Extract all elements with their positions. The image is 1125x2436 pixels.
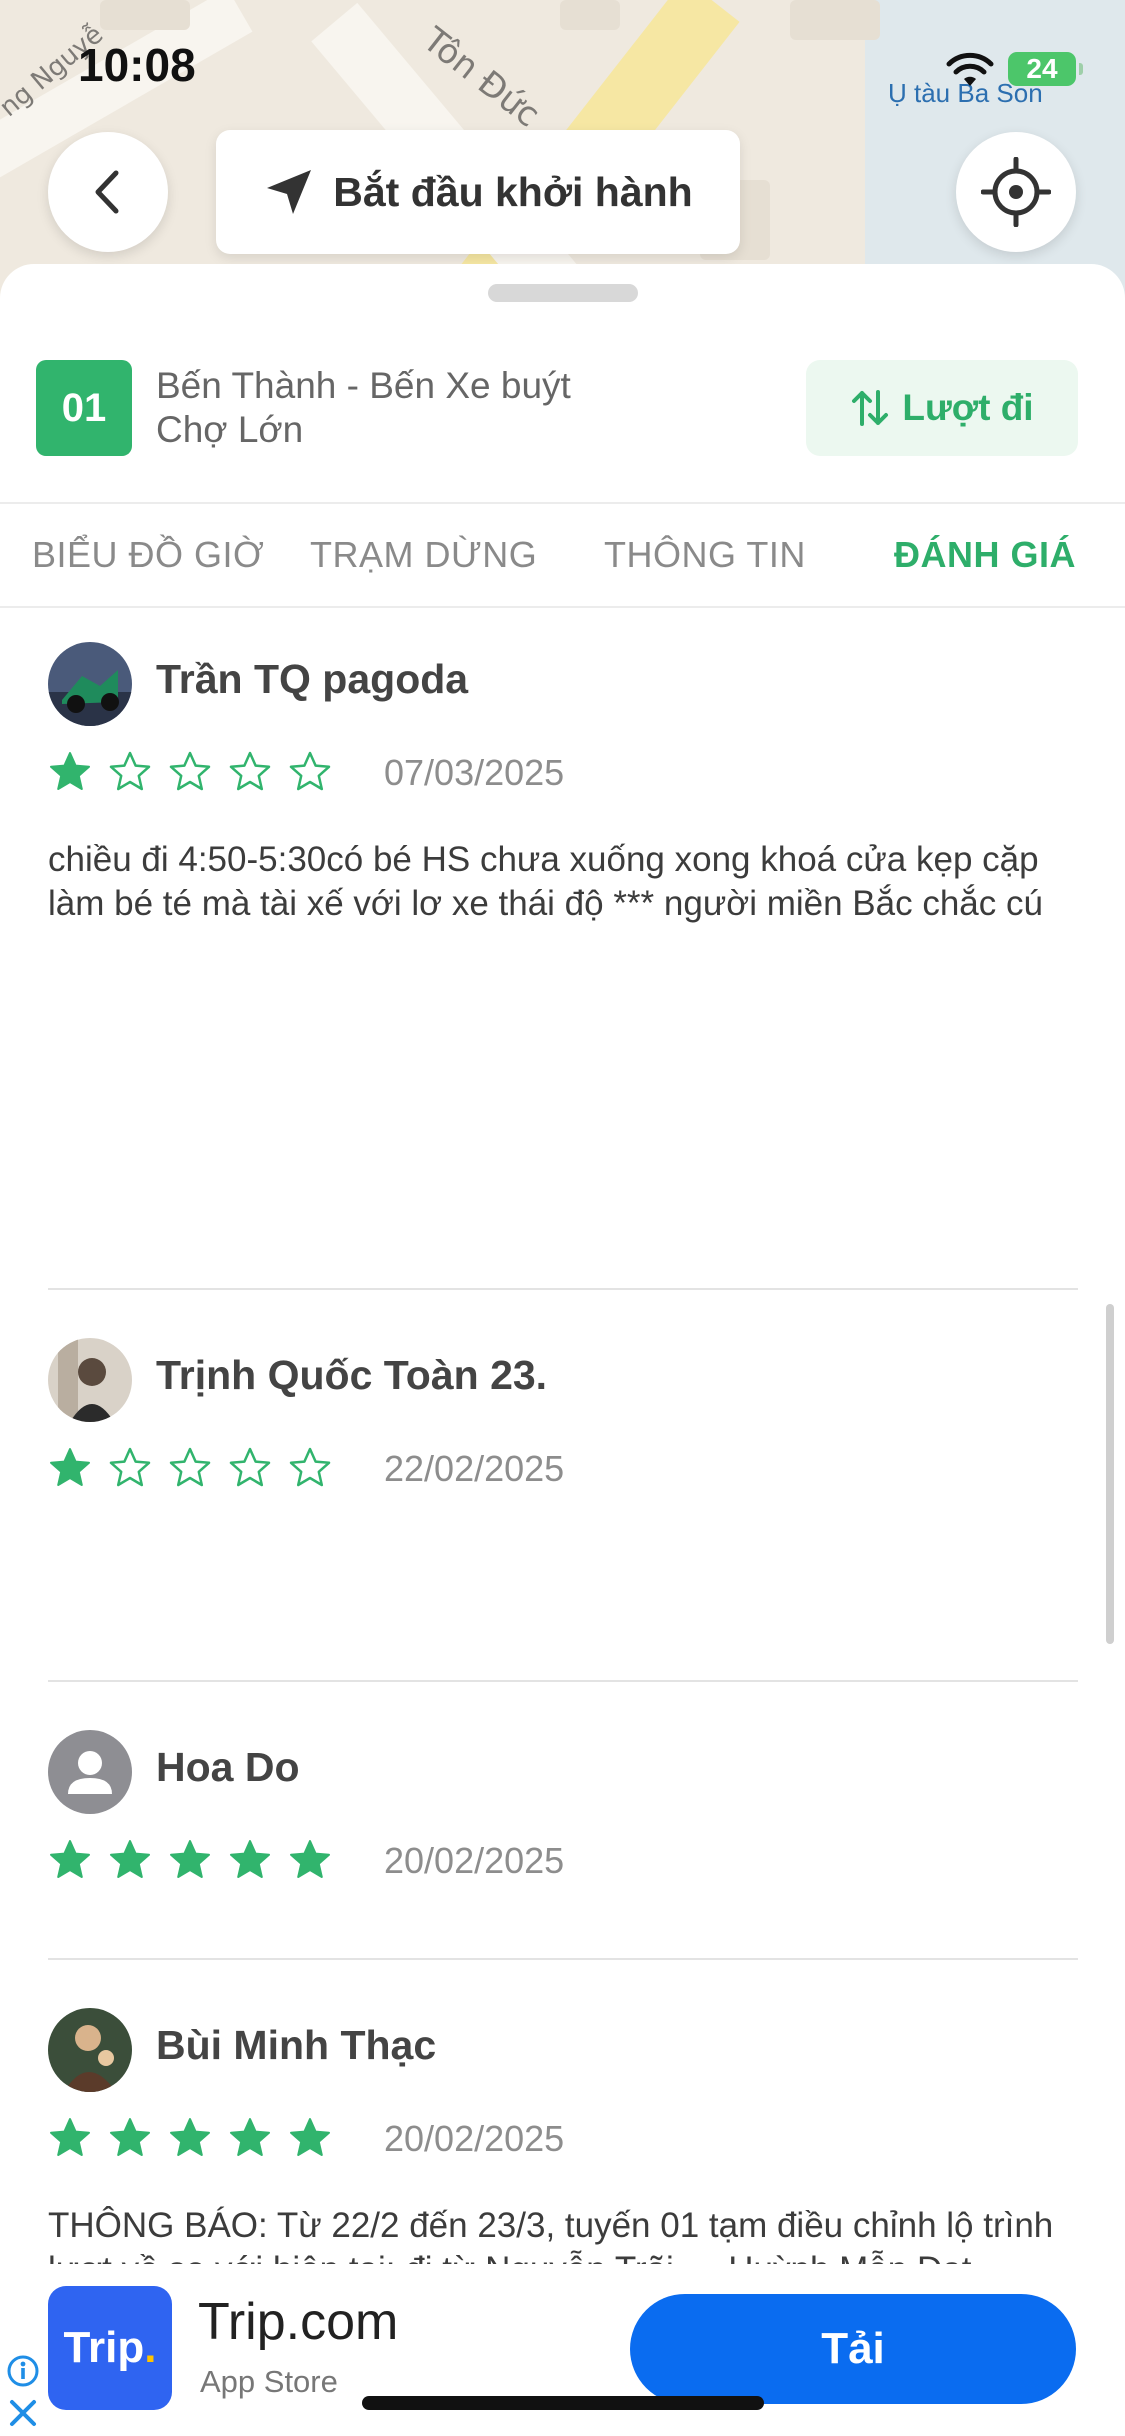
route-header: 01 Bến Thành - Bến Xe buýt Chợ Lớn Lượt …: [0, 360, 1125, 460]
star-filled-icon: [50, 752, 90, 790]
star-filled-icon: [110, 1840, 150, 1878]
divider: [48, 1288, 1078, 1290]
ad-banner[interactable]: Trip. Trip.com App Store Tải: [0, 2264, 1125, 2436]
direction-toggle-button[interactable]: Lượt đi: [806, 360, 1078, 456]
star-filled-icon: [50, 1448, 90, 1486]
route-number-badge: 01: [36, 360, 132, 456]
reviewer-name: Hoa Do: [156, 1744, 300, 1790]
status-time: 10:08: [78, 39, 196, 91]
close-icon[interactable]: [8, 2398, 38, 2428]
ad-download-button[interactable]: Tải: [630, 2294, 1076, 2404]
ad-logo-text: Trip: [63, 2323, 145, 2372]
wifi-icon: [946, 52, 994, 86]
star-filled-icon: [290, 1840, 330, 1878]
star-rating: [48, 2116, 332, 2160]
back-icon: [95, 170, 119, 214]
tab-timetable[interactable]: BIỂU ĐỒ GIỜ: [32, 504, 264, 606]
reviews-list[interactable]: Trần TQ pagoda 07/03/2025 chiều đi 4:50-…: [0, 608, 1125, 2436]
avatar: [48, 642, 132, 726]
star-empty-icon: [229, 751, 271, 791]
star-empty-icon: [229, 1447, 271, 1487]
star-empty-icon: [289, 751, 331, 791]
star-filled-icon: [170, 2118, 210, 2156]
start-navigation-label: Bắt đầu khởi hành: [333, 168, 693, 215]
star-filled-icon: [50, 1840, 90, 1878]
star-rating: [48, 1838, 332, 1882]
tab-stops[interactable]: TRẠM DỪNG: [310, 504, 537, 606]
avatar: [48, 1338, 132, 1422]
tab-bar: BIỂU ĐỒ GIỜ TRẠM DỪNG THÔNG TIN ĐÁNH GIÁ: [0, 504, 1125, 606]
review-date: 22/02/2025: [384, 1448, 565, 1489]
ad-title: Trip.com: [198, 2293, 399, 2351]
direction-label: Lượt đi: [902, 387, 1034, 428]
ad-logo-dot: .: [144, 2323, 157, 2372]
star-filled-icon: [290, 2118, 330, 2156]
battery-indicator: 24: [1008, 52, 1083, 86]
review-date: 07/03/2025: [384, 752, 565, 793]
star-filled-icon: [230, 2118, 270, 2156]
back-button[interactable]: [48, 132, 168, 252]
my-location-button[interactable]: [956, 132, 1076, 252]
divider: [48, 1958, 1078, 1960]
divider: [48, 1680, 1078, 1682]
scrollbar[interactable]: [1106, 1304, 1114, 1644]
sheet-drag-handle[interactable]: [488, 284, 638, 302]
star-empty-icon: [169, 751, 211, 791]
reviewer-name: Bùi Minh Thạc: [156, 2022, 437, 2068]
star-filled-icon: [50, 2118, 90, 2156]
avatar: [48, 1730, 132, 1814]
star-filled-icon: [230, 1840, 270, 1878]
star-empty-icon: [109, 751, 151, 791]
review-comment: chiều đi 4:50-5:30có bé HS chưa xuống xo…: [48, 840, 1043, 923]
start-navigation-button[interactable]: Bắt đầu khởi hành: [216, 130, 740, 254]
status-bar: 10:08 24: [0, 0, 1125, 130]
navigation-arrow-icon: [267, 170, 312, 214]
home-indicator[interactable]: [362, 2396, 764, 2410]
reviewer-name: Trịnh Quốc Toàn 23.: [156, 1352, 548, 1398]
ad-app-logo: Trip.: [48, 2286, 172, 2410]
locate-icon: [981, 157, 1051, 227]
star-empty-icon: [109, 1447, 151, 1487]
route-detail-sheet: 01 Bến Thành - Bến Xe buýt Chợ Lớn Lượt …: [0, 264, 1125, 2436]
avatar: [48, 2008, 132, 2092]
star-rating: [48, 750, 332, 794]
review-date: 20/02/2025: [384, 1840, 565, 1881]
review-date: 20/02/2025: [384, 2118, 565, 2159]
star-filled-icon: [110, 2118, 150, 2156]
tab-info[interactable]: THÔNG TIN: [604, 504, 806, 606]
star-empty-icon: [169, 1447, 211, 1487]
info-icon[interactable]: [6, 2354, 40, 2388]
star-empty-icon: [289, 1447, 331, 1487]
star-filled-icon: [170, 1840, 210, 1878]
person-icon: [48, 1730, 132, 1814]
ad-subtitle: App Store: [200, 2364, 338, 2399]
reviewer-name: Trần TQ pagoda: [156, 656, 469, 702]
swap-direction-icon: [852, 390, 889, 426]
tab-reviews[interactable]: ĐÁNH GIÁ: [894, 504, 1076, 606]
star-rating: [48, 1446, 332, 1490]
route-name: Bến Thành - Bến Xe buýt Chợ Lớn: [156, 365, 571, 450]
